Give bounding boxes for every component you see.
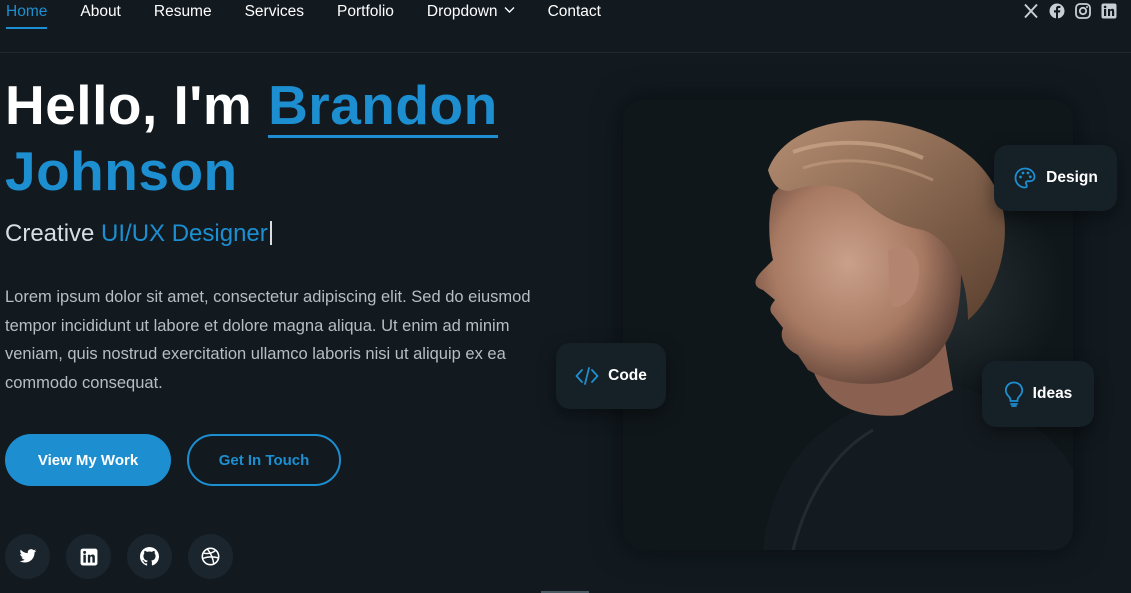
subtitle-role: UI/UX Designer: [101, 220, 268, 247]
code-card: Code: [556, 343, 666, 409]
x-icon[interactable]: [1023, 3, 1039, 19]
card-label: Code: [608, 367, 647, 384]
linkedin-link[interactable]: [66, 534, 111, 579]
twitter-link[interactable]: [5, 534, 50, 579]
hero-social-links: [5, 534, 233, 579]
code-icon: [575, 367, 599, 385]
button-label: Get In Touch: [218, 451, 310, 469]
top-navbar: Home About Resume Services Portfolio Dro…: [0, 0, 1131, 53]
hero-description: Lorem ipsum dolor sit amet, consectetur …: [5, 288, 531, 392]
card-label: Ideas: [1032, 385, 1073, 402]
hero-last-name: Johnson: [5, 140, 238, 202]
github-icon: [140, 547, 159, 566]
hero-heading: Hello, I'm Brandon Johnson: [5, 72, 565, 204]
button-label: View My Work: [37, 451, 139, 469]
chevron-down-icon: [504, 7, 515, 13]
nav-item-services[interactable]: Services: [245, 3, 304, 29]
typing-cursor: [269, 221, 272, 245]
nav-item-label: Contact: [547, 3, 601, 20]
card-label: Design: [1046, 169, 1098, 186]
ideas-card: Ideas: [982, 361, 1094, 427]
nav-menu: Home About Resume Services Portfolio Dro…: [6, 3, 634, 29]
nav-item-about[interactable]: About: [80, 3, 121, 29]
hero-greeting: Hello, I'm: [5, 74, 269, 136]
facebook-icon[interactable]: [1049, 3, 1065, 19]
subtitle-prefix: Creative: [5, 220, 102, 247]
nav-item-portfolio[interactable]: Portfolio: [337, 3, 394, 29]
nav-item-label: Resume: [153, 3, 212, 20]
view-my-work-button[interactable]: View My Work: [5, 434, 171, 486]
dribbble-icon: [201, 547, 220, 566]
nav-item-contact[interactable]: Contact: [548, 3, 601, 29]
github-link[interactable]: [127, 534, 172, 579]
hero-first-name: Brandon: [268, 74, 498, 138]
instagram-icon[interactable]: [1075, 3, 1091, 19]
get-in-touch-button[interactable]: Get In Touch: [187, 434, 341, 486]
linkedin-icon[interactable]: [1101, 3, 1117, 19]
nav-item-label: Portfolio: [337, 3, 394, 20]
nav-item-label: Dropdown: [426, 3, 498, 20]
linkedin-icon: [80, 548, 97, 565]
nav-item-label: Home: [6, 3, 48, 20]
nav-item-dropdown[interactable]: Dropdown: [427, 3, 515, 29]
nav-item-home[interactable]: Home: [6, 3, 48, 29]
twitter-icon: [19, 549, 36, 563]
design-card: Design: [994, 145, 1117, 211]
nav-social-links: [1023, 3, 1117, 19]
nav-item-resume[interactable]: Resume: [154, 3, 212, 29]
lightbulb-icon: [1004, 381, 1023, 407]
nav-item-label: About: [80, 3, 121, 20]
palette-icon: [1014, 167, 1036, 189]
dribbble-link[interactable]: [188, 534, 233, 579]
hero-subtitle: Creative UI/UX Designer: [5, 220, 272, 248]
nav-item-label: Services: [244, 3, 305, 20]
